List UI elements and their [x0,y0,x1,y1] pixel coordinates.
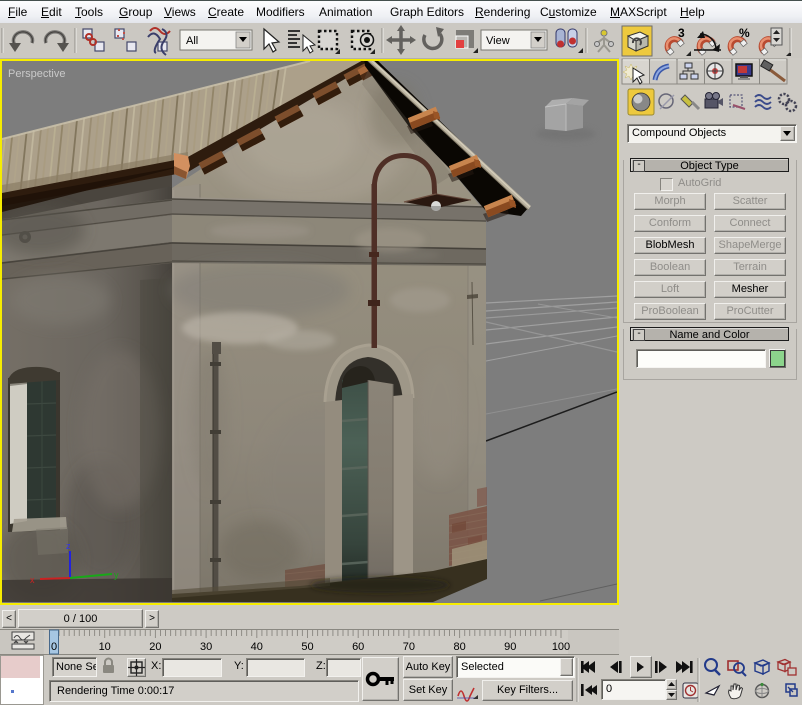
svg-text:70: 70 [403,641,415,653]
svg-text:10: 10 [99,641,111,653]
svg-text:30: 30 [200,641,212,653]
svg-text:100: 100 [552,641,570,653]
svg-text:40: 40 [251,641,263,653]
svg-text:60: 60 [352,641,364,653]
svg-text:%: % [739,26,750,40]
svg-text:50: 50 [301,641,313,653]
svg-text:Perspective: Perspective [8,68,65,80]
svg-text:All: All [186,35,198,47]
svg-text:20: 20 [149,641,161,653]
svg-text:y: y [114,570,119,580]
svg-text:3: 3 [678,26,685,40]
svg-text:View: View [486,35,510,47]
svg-text:z: z [66,541,71,551]
svg-text:x: x [30,575,35,585]
svg-text:90: 90 [504,641,516,653]
svg-text:0: 0 [51,641,57,653]
svg-text:80: 80 [453,641,465,653]
